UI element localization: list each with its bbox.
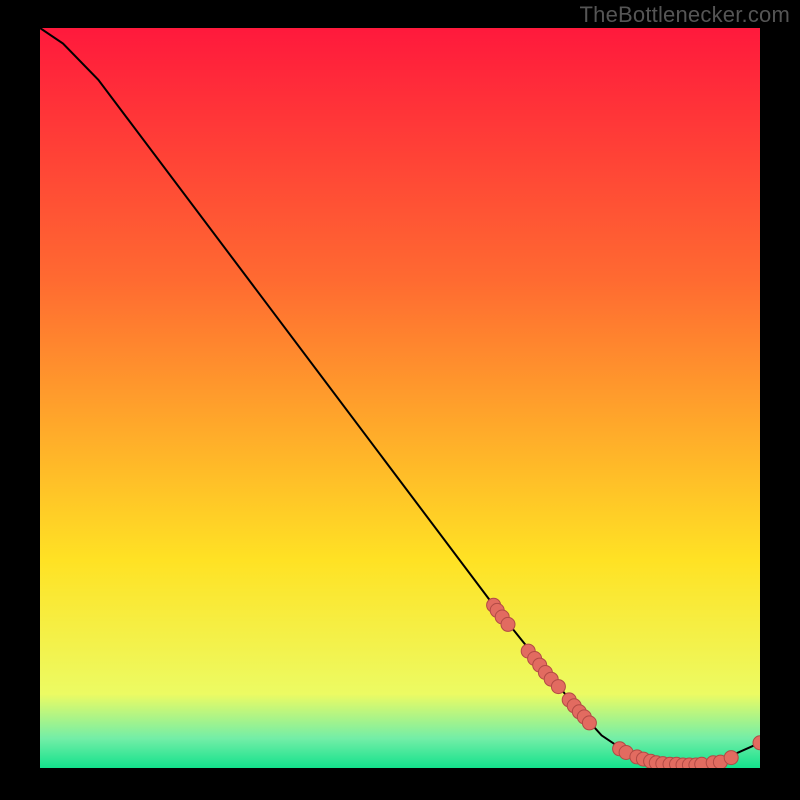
- attribution-text: TheBottlenecker.com: [580, 2, 790, 28]
- data-point: [551, 680, 565, 694]
- chart-container: TheBottlenecker.com: [0, 0, 800, 800]
- plot-frame: [40, 28, 760, 768]
- plot-background: [40, 28, 760, 768]
- data-point: [724, 751, 738, 765]
- data-point: [582, 716, 596, 730]
- data-point: [501, 617, 515, 631]
- plot-svg: [40, 28, 760, 768]
